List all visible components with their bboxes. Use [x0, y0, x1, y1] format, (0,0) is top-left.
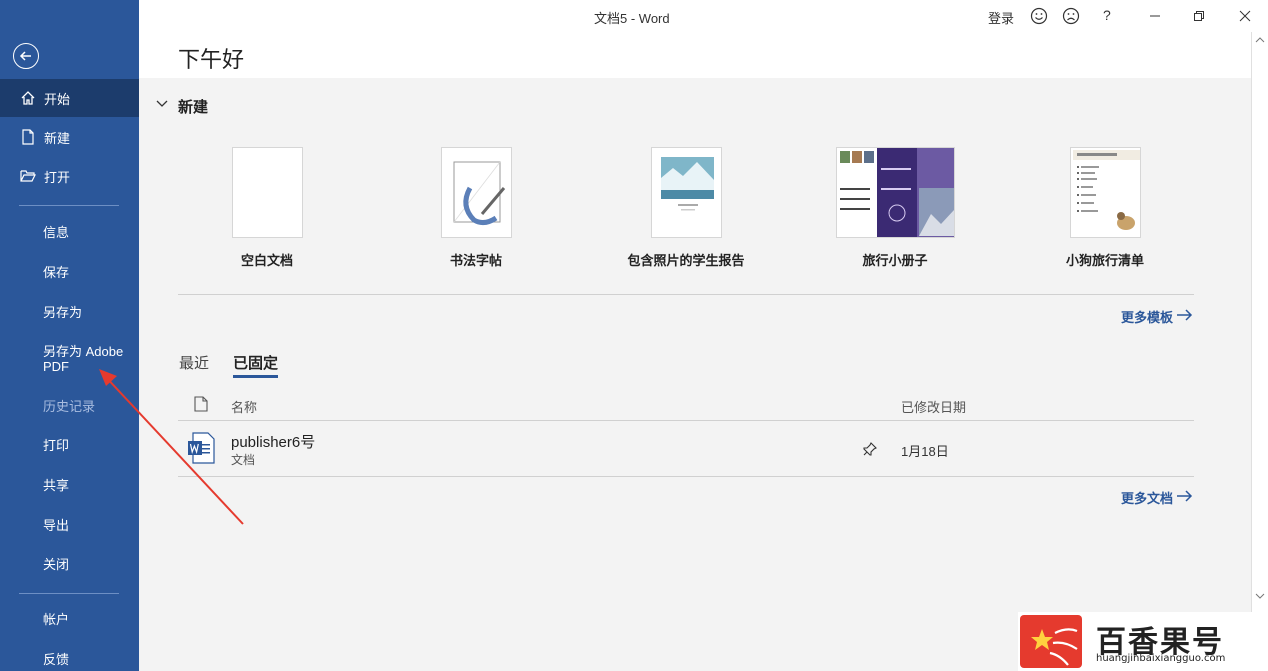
- watermark-logo: [1020, 615, 1082, 668]
- template-label: 旅行小册子: [862, 253, 928, 268]
- template-thumbnail: [835, 147, 955, 238]
- title-bar: 文档5 - Word 登录 ?: [139, 0, 1268, 32]
- frown-feedback-icon[interactable]: [1061, 6, 1081, 26]
- table-header-divider: [178, 420, 1194, 421]
- column-header-date[interactable]: 已修改日期: [901, 397, 966, 416]
- pin-icon[interactable]: [862, 441, 878, 457]
- template-thumbnail: [440, 147, 512, 238]
- template-travel-brochure[interactable]: 旅行小册子: [820, 147, 970, 268]
- backstage-sidebar: 开始 新建 打开 信息 保存 另存为 另存为 Adobe PDF 历史记录 打印…: [0, 0, 139, 671]
- table-bottom-divider: [178, 476, 1194, 477]
- sidebar-item-account[interactable]: 帐户: [43, 612, 69, 627]
- sidebar-item-save[interactable]: 保存: [43, 265, 69, 280]
- new-doc-icon: [22, 129, 34, 145]
- folder-open-icon: [20, 170, 36, 182]
- sidebar-item-history: 历史记录: [43, 399, 96, 414]
- calligraphy-brush-icon: [453, 161, 505, 226]
- template-label: 包含照片的学生报告: [627, 253, 745, 268]
- sidebar-item-new[interactable]: 新建: [0, 118, 139, 156]
- template-student-report[interactable]: 包含照片的学生报告: [611, 147, 761, 268]
- greeting-heading: 下午好: [178, 47, 245, 72]
- smile-feedback-icon[interactable]: [1029, 6, 1049, 26]
- watermark-url: huangjinbaixiangguo.com: [1096, 653, 1226, 664]
- sidebar-item-feedback[interactable]: 反馈: [43, 652, 69, 667]
- template-label: 书法字帖: [449, 253, 502, 268]
- arrow-right-icon[interactable]: [1177, 490, 1193, 502]
- sidebar-item-print[interactable]: 打印: [43, 438, 69, 453]
- sidebar-item-close[interactable]: 关闭: [43, 557, 69, 572]
- arrow-right-icon[interactable]: [1177, 309, 1193, 321]
- template-label: 空白文档: [240, 253, 293, 268]
- sidebar-item-share[interactable]: 共享: [43, 478, 69, 493]
- template-thumbnail: [1069, 147, 1141, 238]
- star-logo-icon: [1031, 628, 1078, 666]
- sidebar-item-export[interactable]: 导出: [43, 518, 69, 533]
- sidebar-item-open[interactable]: 打开: [0, 157, 139, 195]
- close-icon[interactable]: [1235, 6, 1255, 26]
- sidebar-item-label: 打开: [44, 169, 71, 185]
- help-icon[interactable]: ?: [1103, 7, 1111, 23]
- scroll-up-icon[interactable]: [1255, 36, 1265, 44]
- sidebar-divider: [19, 205, 119, 206]
- template-thumbnail: [650, 147, 722, 238]
- checklist-dog-icon: [1072, 150, 1140, 230]
- vertical-scrollbar[interactable]: [1251, 32, 1268, 612]
- sidebar-item-home[interactable]: 开始: [0, 79, 139, 117]
- new-section-title: 新建: [178, 99, 209, 116]
- back-arrow-icon: [19, 51, 31, 61]
- section-divider: [178, 294, 1194, 295]
- annotation-arrow-icon: [99, 369, 244, 525]
- travel-brochure-icon: [836, 148, 954, 237]
- sidebar-item-label: 开始: [44, 91, 71, 107]
- more-templates-link[interactable]: 更多模板: [1121, 307, 1173, 326]
- template-thumbnail: [231, 147, 303, 238]
- sidebar-item-save-as[interactable]: 另存为: [43, 305, 82, 320]
- template-label: 小狗旅行清单: [1065, 253, 1144, 268]
- chevron-down-icon[interactable]: [156, 99, 168, 109]
- template-calligraphy[interactable]: 书法字帖: [401, 147, 551, 268]
- login-link[interactable]: 登录: [988, 8, 1014, 27]
- watermark: 百香果号 huangjinbaixiangguo.com: [1018, 612, 1268, 671]
- sidebar-divider: [19, 593, 119, 594]
- sidebar-item-label: 新建: [44, 130, 71, 146]
- template-dog-travel-checklist[interactable]: 小狗旅行清单: [1030, 147, 1180, 268]
- home-icon: [21, 91, 35, 105]
- more-documents-link[interactable]: 更多文档: [1121, 488, 1173, 507]
- scroll-down-icon[interactable]: [1255, 592, 1265, 600]
- minimize-icon[interactable]: [1145, 6, 1165, 26]
- sidebar-item-info[interactable]: 信息: [43, 225, 69, 240]
- file-modified-date: 1月18日: [901, 444, 949, 459]
- iceberg-photo-icon: [660, 157, 714, 211]
- restore-icon[interactable]: [1189, 6, 1209, 26]
- template-blank-document[interactable]: 空白文档: [192, 147, 342, 268]
- back-button[interactable]: [13, 43, 39, 69]
- window-title: 文档5 - Word: [594, 11, 670, 26]
- greeting-header-background: [139, 32, 1251, 78]
